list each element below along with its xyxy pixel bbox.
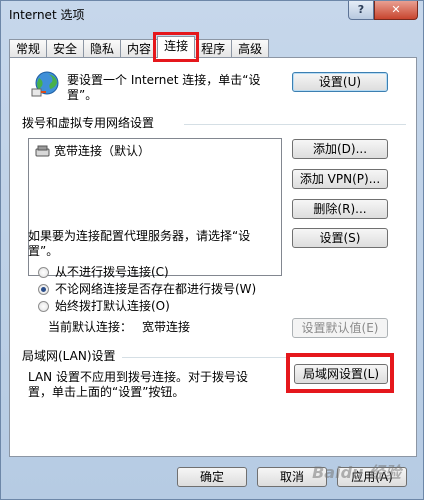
globe-network-icon bbox=[31, 71, 59, 97]
dialup-settings-button[interactable]: 设置(S) bbox=[292, 228, 388, 248]
add-vpn-button[interactable]: 添加 VPN(P)... bbox=[292, 169, 388, 189]
tab-strip: 常规 安全 隐私 内容 连接 程序 高级 bbox=[9, 32, 270, 62]
title-bar[interactable]: Internet 选项 ? ✕ bbox=[1, 1, 423, 33]
delete-button[interactable]: 删除(R)... bbox=[292, 199, 388, 219]
window-title: Internet 选项 bbox=[9, 8, 85, 22]
lan-group-divider bbox=[122, 357, 286, 358]
tab-programs[interactable]: 程序 bbox=[194, 39, 233, 58]
radio-dial-whenever-label: 不论网络连接是否存在都进行拨号(W) bbox=[55, 282, 257, 296]
lan-description: LAN 设置不应用到拨号连接。对于拨号设 置，单击上面的“设置”按钮。 bbox=[28, 370, 248, 399]
lan-group-title: 局域网(LAN)设置 bbox=[22, 349, 116, 363]
proxy-description: 如果要为连接配置代理服务器，请选择“设 置”。 bbox=[28, 229, 251, 258]
connection-label: 宽带连接（默认） bbox=[54, 144, 151, 158]
current-default-label: 当前默认连接： bbox=[48, 320, 133, 334]
set-default-button[interactable]: 设置默认值(E) bbox=[292, 318, 388, 338]
ok-button[interactable]: 确定 bbox=[177, 467, 247, 487]
tab-general[interactable]: 常规 bbox=[9, 39, 48, 58]
watermark: Baidu 经验 bbox=[312, 463, 401, 482]
help-button[interactable]: ? bbox=[348, 1, 374, 20]
tab-connections[interactable]: 连接 bbox=[153, 32, 200, 62]
dialup-connection-icon bbox=[35, 145, 50, 156]
list-item[interactable]: 宽带连接（默认） bbox=[35, 142, 150, 159]
setup-description: 要设置一个 Internet 连接，单击“设 置”。 bbox=[67, 73, 261, 102]
radio-never-dial[interactable] bbox=[38, 267, 49, 278]
dialup-group-title: 拨号和虚拟专用网络设置 bbox=[22, 116, 155, 130]
radio-dial-whenever[interactable] bbox=[38, 284, 49, 295]
title-buttons: ? ✕ bbox=[348, 1, 418, 21]
tab-advanced[interactable]: 高级 bbox=[231, 39, 270, 58]
current-default-value: 宽带连接 bbox=[142, 320, 191, 334]
connections-panel: 要设置一个 Internet 连接，单击“设 置”。 设置(U) 拨号和虚拟专用… bbox=[9, 57, 417, 457]
tab-security[interactable]: 安全 bbox=[46, 39, 85, 58]
dialup-group-divider bbox=[184, 124, 406, 125]
lan-settings-highlight bbox=[286, 353, 394, 393]
tab-content[interactable]: 内容 bbox=[120, 39, 159, 58]
radio-always-dial-label: 始终拨打默认连接(O) bbox=[55, 299, 170, 313]
setup-button[interactable]: 设置(U) bbox=[292, 72, 388, 92]
radio-never-dial-label: 从不进行拨号连接(C) bbox=[55, 265, 169, 279]
tab-privacy[interactable]: 隐私 bbox=[83, 39, 122, 58]
add-button[interactable]: 添加(D)... bbox=[292, 139, 388, 159]
close-button[interactable]: ✕ bbox=[374, 1, 418, 20]
internet-options-window: Internet 选项 ? ✕ 常规 安全 隐私 内容 连接 程序 高级 要设置… bbox=[0, 0, 424, 500]
radio-always-dial[interactable] bbox=[38, 301, 49, 312]
